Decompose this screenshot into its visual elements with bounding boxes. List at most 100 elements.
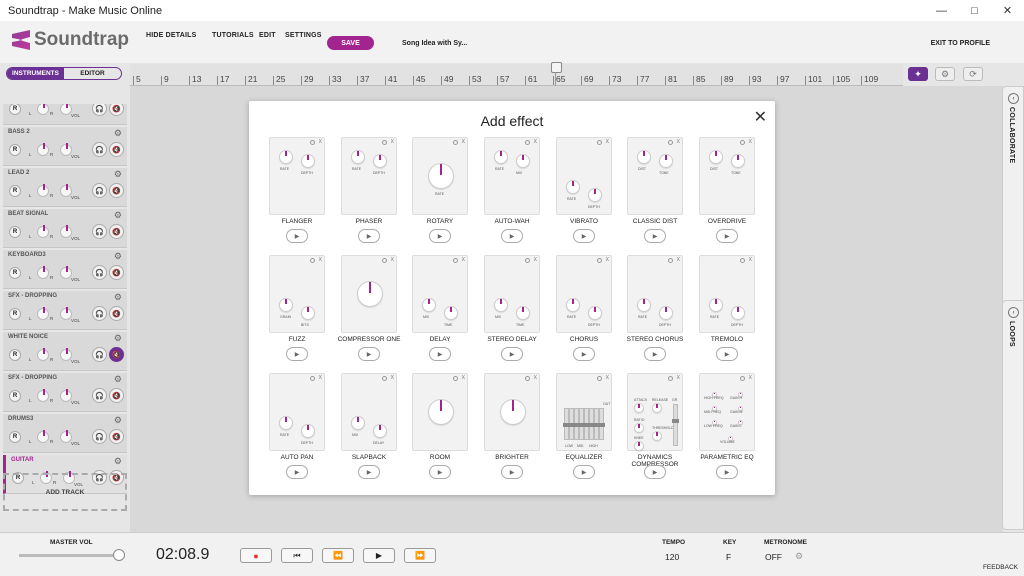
- effect-preview-card[interactable]: X RATE DEPTH: [556, 255, 612, 333]
- remove-icon[interactable]: X: [462, 257, 465, 263]
- effect-preview-card[interactable]: X RATE DEPTH: [341, 137, 397, 215]
- remove-icon[interactable]: X: [606, 139, 609, 145]
- preview-play-button[interactable]: ▶: [644, 347, 666, 361]
- headphones-icon[interactable]: 🎧: [92, 347, 107, 362]
- effect-knob[interactable]: [279, 150, 293, 164]
- track-settings-gear-icon[interactable]: ⚙: [114, 292, 122, 303]
- mute-speaker-icon[interactable]: 🔇: [109, 183, 124, 198]
- headphones-icon[interactable]: 🎧: [92, 183, 107, 198]
- effect-knob[interactable]: [516, 154, 530, 168]
- preview-play-button[interactable]: ▶: [573, 465, 595, 479]
- skip-start-button[interactable]: ⏮: [281, 548, 313, 563]
- effect-preview-card[interactable]: X RATE DEPTH: [699, 255, 755, 333]
- remove-icon[interactable]: X: [749, 375, 752, 381]
- snap-tool-icon[interactable]: ✦: [908, 67, 928, 81]
- close-window-button[interactable]: ✕: [991, 0, 1024, 21]
- power-icon[interactable]: [310, 258, 315, 263]
- minimize-button[interactable]: —: [925, 0, 958, 21]
- power-icon[interactable]: [453, 258, 458, 263]
- effect-preview-card[interactable]: X MIX TIME: [484, 255, 540, 333]
- effect-preview-card[interactable]: X GRAIN BITS: [269, 255, 325, 333]
- effect-knob[interactable]: [500, 399, 526, 425]
- effect-knob[interactable]: [728, 436, 733, 441]
- exit-to-profile-link[interactable]: EXIT TO PROFILE: [931, 40, 990, 47]
- effect-preview-card[interactable]: X RATE DEPTH: [269, 137, 325, 215]
- track-settings-gear-icon[interactable]: ⚙: [114, 210, 122, 221]
- remove-icon[interactable]: X: [534, 139, 537, 145]
- effect-preview-card[interactable]: X RATE DEPTH: [556, 137, 612, 215]
- remove-icon[interactable]: X: [749, 139, 752, 145]
- track-name[interactable]: BEAT SIGNAL: [8, 211, 48, 217]
- effect-knob[interactable]: [301, 306, 315, 320]
- preview-play-button[interactable]: ▶: [286, 347, 308, 361]
- preview-play-button[interactable]: ▶: [286, 465, 308, 479]
- preview-play-button[interactable]: ▶: [501, 229, 523, 243]
- track-name[interactable]: GUITAR: [11, 457, 34, 463]
- headphones-icon[interactable]: 🎧: [92, 224, 107, 239]
- effect-knob[interactable]: [588, 188, 602, 202]
- remove-icon[interactable]: X: [677, 375, 680, 381]
- mute-speaker-icon[interactable]: 🔇: [109, 429, 124, 444]
- effect-knob[interactable]: [731, 154, 745, 168]
- remove-icon[interactable]: X: [319, 375, 322, 381]
- record-arm-button[interactable]: R: [9, 267, 21, 279]
- preview-play-button[interactable]: ▶: [573, 229, 595, 243]
- timeline-ruler[interactable]: 5 9 13 17 21 25 29 33 37 41 45 49 53 57 61 65 69 73 77 81 85…: [130, 64, 903, 86]
- pan-knob[interactable]: [37, 430, 49, 443]
- tempo-value[interactable]: 120: [665, 552, 679, 562]
- remove-icon[interactable]: X: [534, 375, 537, 381]
- track-name[interactable]: SFX - DROPPING: [8, 293, 57, 299]
- preview-play-button[interactable]: ▶: [358, 229, 380, 243]
- track-settings-gear-icon[interactable]: ⚙: [114, 128, 122, 139]
- effect-knob[interactable]: [566, 298, 580, 312]
- close-dialog-button[interactable]: ✕: [754, 107, 767, 127]
- track-row[interactable]: BASS 2 ⚙ R L R VOL 🎧 🔇: [3, 127, 127, 166]
- headphones-icon[interactable]: 🎧: [92, 265, 107, 280]
- effect-knob[interactable]: [566, 180, 580, 194]
- pan-knob[interactable]: [37, 307, 49, 320]
- track-row[interactable]: KEYBOARD3 ⚙ R L R VOL 🎧 🔇: [3, 250, 127, 289]
- track-row[interactable]: DRUMS3 ⚙ R L R VOL 🎧 🔇: [3, 414, 127, 453]
- effect-knob[interactable]: [279, 416, 293, 430]
- power-icon[interactable]: [668, 140, 673, 145]
- power-icon[interactable]: [740, 258, 745, 263]
- preview-play-button[interactable]: ▶: [358, 347, 380, 361]
- track-row[interactable]: SFX - DROPPING ⚙ R L R VOL 🎧 🔇: [3, 291, 127, 330]
- loop-icon[interactable]: ⟳: [963, 67, 983, 81]
- preview-play-button[interactable]: ▶: [358, 465, 380, 479]
- remove-icon[interactable]: X: [391, 257, 394, 263]
- effect-knob[interactable]: [709, 150, 723, 164]
- metronome-value[interactable]: OFF: [765, 552, 782, 562]
- track-settings-gear-icon[interactable]: ⚙: [114, 333, 122, 344]
- song-title[interactable]: Song Idea with Sy...: [402, 40, 467, 47]
- effect-knob[interactable]: [637, 298, 651, 312]
- effect-preview-card[interactable]: X RATE DEPTH: [627, 255, 683, 333]
- remove-icon[interactable]: X: [534, 257, 537, 263]
- effect-knob[interactable]: [588, 306, 602, 320]
- effect-preview-card[interactable]: X ATTACK RELEASE RATIO THRESHOLD KNEE GR: [627, 373, 683, 451]
- record-arm-button[interactable]: R: [9, 144, 21, 156]
- headphones-icon[interactable]: 🎧: [92, 429, 107, 444]
- remove-icon[interactable]: X: [319, 257, 322, 263]
- hide-details-link[interactable]: HIDE DETAILS: [146, 32, 197, 39]
- power-icon[interactable]: [740, 140, 745, 145]
- effect-knob[interactable]: [301, 154, 315, 168]
- power-icon[interactable]: [597, 140, 602, 145]
- effect-preview-card[interactable]: X DIST TONE: [699, 137, 755, 215]
- tutorials-link[interactable]: TUTORIALS: [212, 32, 254, 39]
- mute-speaker-icon[interactable]: 🔇: [109, 265, 124, 280]
- mute-speaker-icon[interactable]: 🔇: [109, 306, 124, 321]
- track-row[interactable]: SFX - DROPPING ⚙ R L R VOL 🎧 🔇: [3, 373, 127, 412]
- remove-icon[interactable]: X: [606, 257, 609, 263]
- record-arm-button[interactable]: R: [9, 390, 21, 402]
- effect-knob[interactable]: [634, 423, 644, 433]
- mute-speaker-icon[interactable]: 🔇: [109, 104, 124, 116]
- record-button[interactable]: ●: [240, 548, 272, 563]
- effect-knob[interactable]: [731, 306, 745, 320]
- pan-knob[interactable]: [37, 225, 49, 238]
- power-icon[interactable]: [310, 376, 315, 381]
- effect-knob[interactable]: [494, 150, 508, 164]
- track-row[interactable]: BEAT SIGNAL ⚙ R L R VOL 🎧 🔇: [3, 209, 127, 248]
- effect-knob[interactable]: [709, 298, 723, 312]
- power-icon[interactable]: [453, 140, 458, 145]
